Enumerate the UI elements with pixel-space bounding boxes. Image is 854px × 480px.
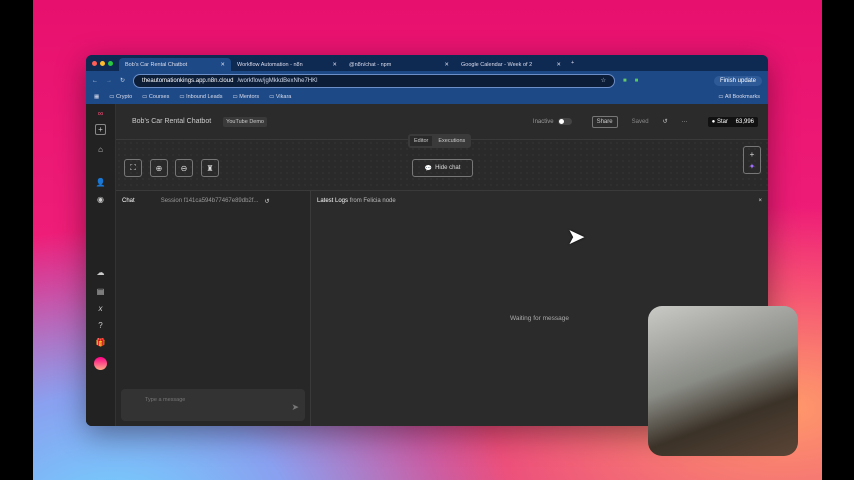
cloud-icon[interactable]: ☁: [97, 268, 105, 277]
forward-icon[interactable]: →: [106, 78, 112, 84]
tab-executions[interactable]: Executions: [434, 136, 469, 146]
bookmark-star-icon[interactable]: ☆: [601, 77, 606, 84]
bookmark[interactable]: ▭ Crypto: [109, 94, 132, 100]
database-icon[interactable]: ◉: [97, 195, 104, 204]
send-icon[interactable]: ➤: [291, 402, 299, 413]
ai-sparkle-icon[interactable]: ✦: [749, 162, 756, 171]
tab-editor[interactable]: Editor: [410, 136, 433, 146]
maximize-button[interactable]: [108, 60, 113, 66]
workflow-canvas[interactable]: Editor Executions ⛶ ⊕ ⊖ ♜ 💬 Hide chat + ✦: [116, 134, 768, 190]
home-icon[interactable]: ⌂: [98, 145, 103, 154]
bookmark-label: Courses: [148, 94, 170, 100]
bookmarks-bar: ▦ ▭ Crypto ▭ Courses ▭ Inbound Leads ▭ M…: [86, 90, 768, 104]
star-label: Star: [716, 118, 728, 125]
url-path: /workflow/jgMkkdBexNhe7HKl: [237, 77, 318, 84]
close-icon[interactable]: ×: [758, 198, 762, 204]
avatar[interactable]: [94, 357, 107, 370]
finish-update-button[interactable]: Finish update: [713, 75, 762, 86]
close-tab-icon[interactable]: ✕: [444, 62, 449, 68]
close-tab-icon[interactable]: ✕: [332, 62, 337, 68]
extension-icon[interactable]: ■: [635, 78, 639, 84]
saved-status: Saved: [631, 118, 649, 125]
add-icon[interactable]: +: [95, 124, 106, 135]
extension-icon[interactable]: ■: [623, 78, 627, 84]
variables-icon[interactable]: x: [99, 304, 103, 313]
tab-label: Bob's Car Rental Chatbot: [125, 61, 188, 68]
message-placeholder: Type a message: [145, 397, 186, 403]
browser-tab[interactable]: Google Calendar - Week of 2 ✕: [455, 58, 567, 71]
add-node-button[interactable]: + ✦: [743, 146, 761, 174]
tab-label: @n8n/chat - npm: [349, 61, 392, 68]
session-id: Session f141ca594b77467e89db2f...: [160, 198, 259, 204]
history-icon[interactable]: ↺: [663, 118, 668, 125]
help-icon[interactable]: ?: [98, 321, 102, 330]
workflow-tag[interactable]: YouTube Demo: [223, 116, 267, 127]
n8n-logo-icon: ∞: [97, 109, 104, 118]
active-toggle[interactable]: [557, 118, 572, 125]
chat-section: Chat Session f141ca594b77467e89db2f... ↺ T…: [116, 191, 311, 426]
zoom-out-button[interactable]: ⊖: [175, 159, 193, 177]
templates-icon[interactable]: ▤: [97, 287, 105, 296]
apps-icon[interactable]: ▦: [94, 94, 99, 100]
webcam-overlay: [648, 306, 798, 456]
star-count: 63,996: [735, 118, 754, 125]
browser-tab[interactable]: @n8n/chat - npm ✕: [343, 58, 455, 71]
reset-session-icon[interactable]: ↺: [264, 198, 269, 205]
close-tab-icon[interactable]: ✕: [556, 62, 561, 68]
share-button[interactable]: Share: [591, 115, 618, 128]
all-bookmarks-label: All Bookmarks: [724, 94, 760, 100]
bookmark[interactable]: ▭ Vikara: [269, 94, 291, 100]
more-options-icon[interactable]: ···: [682, 119, 688, 125]
bookmark[interactable]: ▭ Courses: [142, 94, 169, 100]
bookmark[interactable]: ▭ Inbound Leads: [179, 94, 222, 100]
all-bookmarks[interactable]: ▭ All Bookmarks: [718, 94, 760, 100]
workflow-name[interactable]: Bob's Car Rental Chatbot: [132, 118, 211, 125]
bookmark[interactable]: ▭ Mentors: [233, 94, 260, 100]
active-status-label: Inactive: [532, 118, 554, 125]
new-tab-button[interactable]: +: [571, 60, 574, 66]
address-bar-row: ← → ↻ theautomationkings.app.n8n.cloud/wor…: [86, 71, 768, 90]
reload-icon[interactable]: ↻: [120, 77, 125, 84]
tidy-up-button[interactable]: ♜: [201, 159, 219, 177]
bookmark-label: Inbound Leads: [186, 94, 223, 100]
tab-label: Google Calendar - Week of 2: [461, 61, 533, 68]
chat-title: Chat: [122, 198, 135, 204]
hide-chat-button[interactable]: 💬 Hide chat: [412, 159, 473, 177]
whats-new-icon[interactable]: 🎁: [96, 338, 106, 347]
user-icon[interactable]: 👤: [96, 178, 106, 187]
url-host: theautomationkings.app.n8n.cloud: [142, 77, 234, 84]
zoom-in-button[interactable]: ⊕: [150, 159, 168, 177]
logs-title: Latest Logs from Felicia node: [317, 198, 396, 204]
url-field[interactable]: theautomationkings.app.n8n.cloud/workflo…: [133, 73, 616, 88]
close-tab-icon[interactable]: ✕: [220, 62, 225, 68]
mouse-cursor: ➤: [567, 224, 586, 249]
view-tabs: Editor Executions: [408, 134, 472, 148]
fit-view-button[interactable]: ⛶: [124, 159, 142, 177]
tab-label: Workflow Automation - n8n: [237, 61, 303, 68]
github-star-button[interactable]: ● Star 63,996: [707, 116, 758, 127]
close-window-button[interactable]: [92, 60, 97, 66]
browser-tab[interactable]: Bob's Car Rental Chatbot ✕: [119, 58, 231, 71]
sidebar: ∞ + ⌂ 👤 ◉ ☁ ▤ x ? 🎁: [86, 104, 116, 426]
message-input[interactable]: Type a message ➤: [121, 389, 305, 421]
bookmark-label: Vikara: [275, 94, 292, 100]
bookmark-label: Crypto: [115, 94, 133, 100]
bookmark-label: Mentors: [239, 94, 260, 100]
hide-chat-label: Hide chat: [435, 165, 461, 171]
back-icon[interactable]: ←: [92, 78, 98, 84]
browser-tab[interactable]: Workflow Automation - n8n ✕: [231, 58, 343, 71]
minimize-button[interactable]: [100, 60, 105, 66]
tab-bar: Bob's Car Rental Chatbot ✕ Workflow Autom…: [86, 55, 768, 71]
